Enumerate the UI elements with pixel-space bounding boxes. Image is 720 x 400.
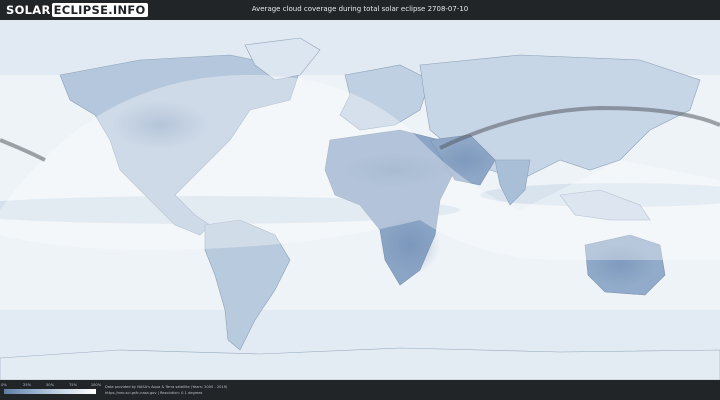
page-title: Average cloud coverage during total sola… — [251, 5, 469, 13]
legend-label-50: 50% — [46, 383, 54, 387]
cloud-coverage-map — [0, 20, 720, 380]
legend-color-bar — [4, 389, 96, 394]
header-bar: SOLAR ECLIPSE.INFO Average cloud coverag… — [0, 0, 720, 20]
data-credits: Data provided by NASA's Aqua & Terra sat… — [105, 385, 227, 396]
legend-labels: 0% 25% 50% 75% 100% — [1, 383, 101, 388]
antarctica — [0, 347, 720, 380]
world-map-svg — [0, 20, 720, 380]
credit-line-1: Data provided by NASA's Aqua & Terra sat… — [105, 385, 228, 389]
legend-label-100: 100% — [90, 383, 102, 387]
legend-label-25: 25% — [23, 383, 31, 387]
legend-label-75: 75% — [69, 383, 77, 387]
footer-bar: 0% 25% 50% 75% 100% Data provided by NAS… — [0, 380, 720, 400]
legend-label-0: 0% — [1, 383, 7, 387]
credit-line-2[interactable]: https://neo.sci.gsfc.nasa.gov | Resoluti… — [105, 391, 227, 397]
